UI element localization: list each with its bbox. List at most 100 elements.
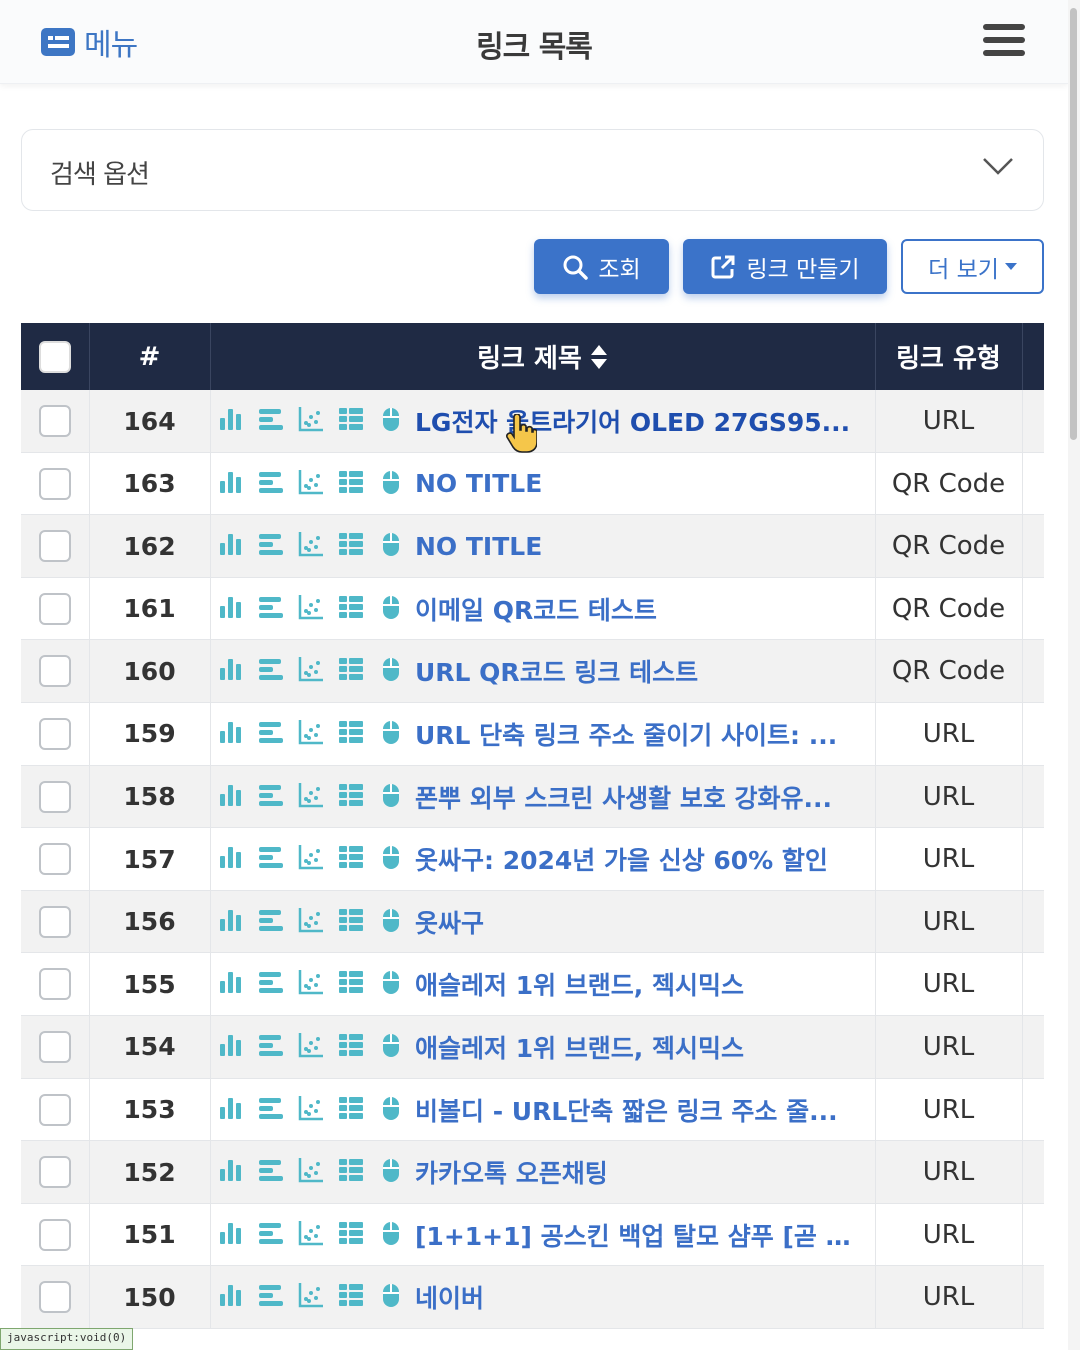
- row-checkbox[interactable]: [39, 530, 71, 563]
- align-left-icon[interactable]: [257, 530, 285, 562]
- row-title-link[interactable]: 애슬레저 1위 브랜드, 젝시믹스: [415, 966, 744, 1002]
- mouse-icon[interactable]: [377, 843, 405, 875]
- hamburger-menu-icon[interactable]: [983, 24, 1025, 60]
- row-title-link[interactable]: [1+1+1] 공스킨 백업 탈모 샴푸 [곧 종료]: [415, 1217, 855, 1253]
- align-left-icon[interactable]: [257, 781, 285, 813]
- scatter-chart-icon[interactable]: [297, 530, 325, 562]
- row-checkbox[interactable]: [39, 780, 71, 813]
- row-checkbox[interactable]: [39, 1281, 71, 1314]
- bar-chart-icon[interactable]: [217, 1156, 245, 1188]
- table-row[interactable]: 156 옷싸구 URL: [21, 890, 1044, 954]
- row-checkbox[interactable]: [39, 467, 71, 500]
- grid-icon[interactable]: [337, 781, 365, 813]
- bar-chart-icon[interactable]: [217, 968, 245, 1000]
- mouse-icon[interactable]: [377, 530, 405, 562]
- align-left-icon[interactable]: [257, 655, 285, 687]
- grid-icon[interactable]: [337, 718, 365, 750]
- scatter-chart-icon[interactable]: [297, 781, 325, 813]
- bar-chart-icon[interactable]: [217, 843, 245, 875]
- align-left-icon[interactable]: [257, 1281, 285, 1313]
- bar-chart-icon[interactable]: [217, 468, 245, 500]
- mouse-icon[interactable]: [377, 906, 405, 938]
- row-title-link[interactable]: 카카오톡 오픈채팅: [415, 1154, 608, 1190]
- grid-icon[interactable]: [337, 1031, 365, 1063]
- select-all-checkbox[interactable]: [39, 340, 71, 373]
- row-checkbox[interactable]: [39, 843, 71, 876]
- page-scrollbar[interactable]: [1068, 0, 1080, 1350]
- table-row[interactable]: 161 이메일 QR코드 테스트 QR Code: [21, 577, 1044, 641]
- bar-chart-icon[interactable]: [217, 718, 245, 750]
- grid-icon[interactable]: [337, 1281, 365, 1313]
- scatter-chart-icon[interactable]: [297, 843, 325, 875]
- bar-chart-icon[interactable]: [217, 655, 245, 687]
- align-left-icon[interactable]: [257, 405, 285, 437]
- row-title-link[interactable]: 애슬레저 1위 브랜드, 젝시믹스: [415, 1029, 744, 1065]
- bar-chart-icon[interactable]: [217, 593, 245, 625]
- row-title-link[interactable]: NO TITLE: [415, 469, 542, 498]
- mouse-icon[interactable]: [377, 1281, 405, 1313]
- align-left-icon[interactable]: [257, 718, 285, 750]
- scatter-chart-icon[interactable]: [297, 655, 325, 687]
- grid-icon[interactable]: [337, 1156, 365, 1188]
- mouse-icon[interactable]: [377, 781, 405, 813]
- grid-icon[interactable]: [337, 655, 365, 687]
- align-left-icon[interactable]: [257, 593, 285, 625]
- align-left-icon[interactable]: [257, 968, 285, 1000]
- scatter-chart-icon[interactable]: [297, 1156, 325, 1188]
- bar-chart-icon[interactable]: [217, 1031, 245, 1063]
- table-row[interactable]: 163 NO TITLE QR Code: [21, 452, 1044, 516]
- scatter-chart-icon[interactable]: [297, 968, 325, 1000]
- table-row[interactable]: 162 NO TITLE QR Code: [21, 515, 1044, 578]
- row-checkbox[interactable]: [39, 717, 71, 750]
- align-left-icon[interactable]: [257, 1094, 285, 1126]
- grid-icon[interactable]: [337, 593, 365, 625]
- scatter-chart-icon[interactable]: [297, 1281, 325, 1313]
- row-title-link[interactable]: URL QR코드 링크 테스트: [415, 653, 698, 689]
- align-left-icon[interactable]: [257, 468, 285, 500]
- bar-chart-icon[interactable]: [217, 1281, 245, 1313]
- scatter-chart-icon[interactable]: [297, 718, 325, 750]
- table-row[interactable]: 153 비볼디 - URL단축 짧은 링크 주소 줄... URL: [21, 1078, 1044, 1142]
- scatter-chart-icon[interactable]: [297, 405, 325, 437]
- scatter-chart-icon[interactable]: [297, 1219, 325, 1251]
- bar-chart-icon[interactable]: [217, 906, 245, 938]
- header-title-sort[interactable]: 링크 제목: [210, 323, 875, 390]
- row-checkbox[interactable]: [39, 1156, 71, 1189]
- table-row[interactable]: 152 카카오톡 오픈채팅 URL: [21, 1141, 1044, 1204]
- scrollbar-thumb[interactable]: [1070, 8, 1077, 440]
- row-title-link[interactable]: 폰뿌 외부 스크린 사생활 보호 강화유...: [415, 779, 832, 815]
- align-left-icon[interactable]: [257, 906, 285, 938]
- table-row[interactable]: 164 LG전자 울트라기어 OLED 27GS95... URL: [21, 390, 1044, 453]
- mouse-icon[interactable]: [377, 718, 405, 750]
- row-checkbox[interactable]: [39, 1093, 71, 1126]
- bar-chart-icon[interactable]: [217, 1094, 245, 1126]
- bar-chart-icon[interactable]: [217, 781, 245, 813]
- grid-icon[interactable]: [337, 405, 365, 437]
- table-row[interactable]: 157 옷싸구: 2024년 가을 신상 60% 할인 URL: [21, 828, 1044, 891]
- table-row[interactable]: 154 애슬레저 1위 브랜드, 젝시믹스 URL: [21, 1015, 1044, 1079]
- scatter-chart-icon[interactable]: [297, 593, 325, 625]
- row-title-link[interactable]: 이메일 QR코드 테스트: [415, 591, 657, 627]
- table-row[interactable]: 150 네이버 URL: [21, 1266, 1044, 1329]
- scatter-chart-icon[interactable]: [297, 1094, 325, 1126]
- more-dropdown-button[interactable]: 더 보기: [901, 239, 1044, 294]
- grid-icon[interactable]: [337, 1219, 365, 1251]
- grid-icon[interactable]: [337, 530, 365, 562]
- mouse-icon[interactable]: [377, 655, 405, 687]
- mouse-icon[interactable]: [377, 1094, 405, 1126]
- search-button[interactable]: 조회: [534, 239, 669, 294]
- table-row[interactable]: 159 URL 단축 링크 주소 줄이기 사이트: ... URL: [21, 702, 1044, 766]
- bar-chart-icon[interactable]: [217, 1219, 245, 1251]
- table-row[interactable]: 151 [1+1+1] 공스킨 백업 탈모 샴푸 [곧 종료] URL: [21, 1203, 1044, 1267]
- row-checkbox[interactable]: [39, 405, 71, 437]
- mouse-icon[interactable]: [377, 405, 405, 437]
- mouse-icon[interactable]: [377, 1031, 405, 1063]
- scatter-chart-icon[interactable]: [297, 468, 325, 500]
- mouse-icon[interactable]: [377, 593, 405, 625]
- row-title-link[interactable]: 네이버: [415, 1279, 484, 1315]
- table-row[interactable]: 160 URL QR코드 링크 테스트 QR Code: [21, 640, 1044, 703]
- row-title-link[interactable]: NO TITLE: [415, 532, 542, 561]
- grid-icon[interactable]: [337, 906, 365, 938]
- row-checkbox[interactable]: [39, 968, 71, 1001]
- mouse-icon[interactable]: [377, 468, 405, 500]
